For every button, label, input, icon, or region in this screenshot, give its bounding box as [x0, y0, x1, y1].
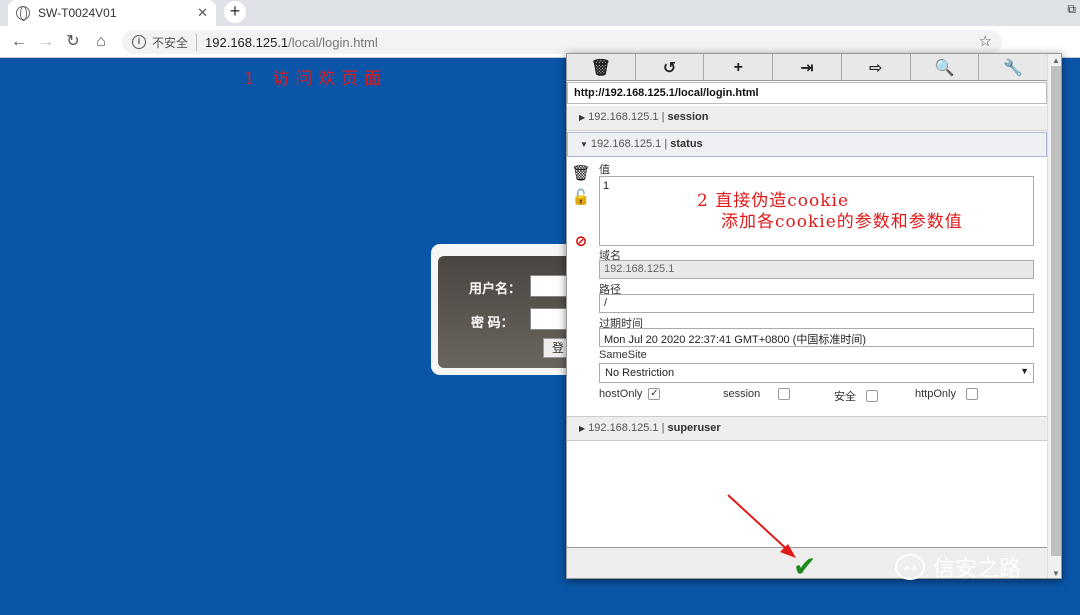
wechat-icon: ◕◕ [895, 554, 925, 580]
watermark: ◕◕ 信安之路 [895, 551, 1021, 583]
red-arrow-annotation [727, 494, 796, 558]
watermark-text: 信安之路 [933, 556, 1022, 581]
